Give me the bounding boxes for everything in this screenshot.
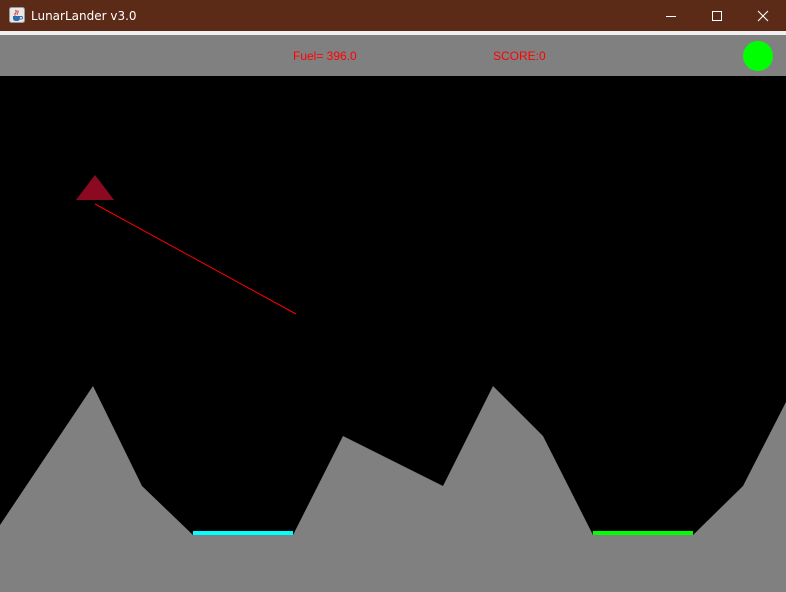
game-canvas[interactable] bbox=[0, 76, 786, 592]
fuel-readout: Fuel= 396.0 bbox=[293, 49, 357, 63]
status-indicator-light bbox=[743, 41, 773, 71]
minimize-button[interactable] bbox=[648, 0, 694, 31]
thrust-direction-line bbox=[94, 203, 297, 315]
lunar-terrain bbox=[0, 386, 786, 592]
lander-ship bbox=[76, 175, 114, 200]
maximize-button[interactable] bbox=[694, 0, 740, 31]
window-title: LunarLander v3.0 bbox=[31, 9, 137, 23]
title-bar[interactable]: LunarLander v3.0 bbox=[0, 0, 786, 31]
close-icon bbox=[757, 10, 769, 22]
close-button[interactable] bbox=[740, 0, 786, 31]
game-window: LunarLander v3.0 Fuel= 396.0 SCORE:0 bbox=[0, 0, 786, 592]
minimize-icon bbox=[666, 16, 676, 17]
score-readout: SCORE:0 bbox=[493, 49, 546, 63]
maximize-icon bbox=[712, 11, 722, 21]
hud-bar: Fuel= 396.0 SCORE:0 bbox=[0, 35, 786, 76]
game-field[interactable] bbox=[0, 76, 786, 592]
java-coffee-cup-icon bbox=[9, 7, 25, 23]
